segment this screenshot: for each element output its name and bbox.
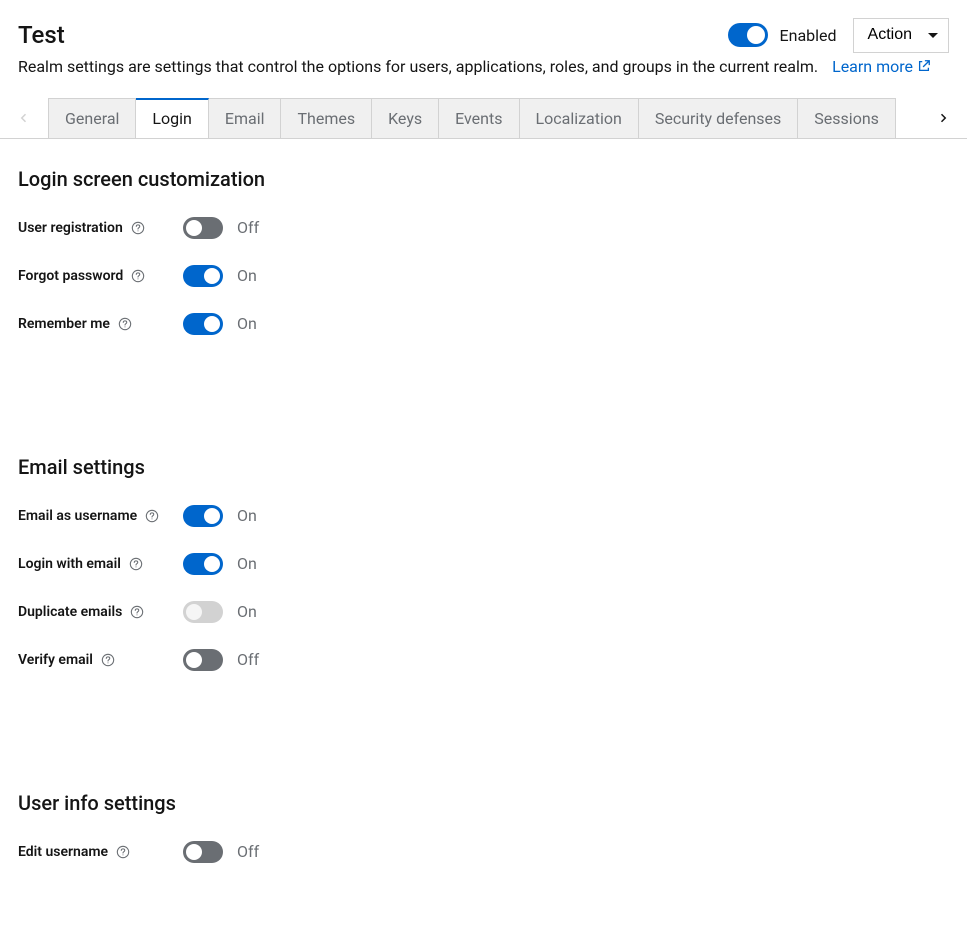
section: User info settings Edit username Off <box>18 791 949 863</box>
tab-scroll-right[interactable] <box>919 98 967 138</box>
form-label-wrap: Forgot password <box>18 268 183 284</box>
help-icon[interactable] <box>129 557 143 571</box>
page-title: Test <box>18 21 65 49</box>
form-label-wrap: Login with email <box>18 556 183 572</box>
section-title: User info settings <box>18 791 949 815</box>
switch-state-text: On <box>237 506 257 525</box>
edit-username-switch[interactable] <box>183 841 223 863</box>
switch-wrap: Off <box>183 217 259 239</box>
email-as-username-switch[interactable] <box>183 505 223 527</box>
switch-wrap: Off <box>183 841 259 863</box>
duplicate-emails-switch <box>183 601 223 623</box>
login-with-email-switch[interactable] <box>183 553 223 575</box>
form-label: Duplicate emails <box>18 604 122 620</box>
form-label: Forgot password <box>18 268 123 284</box>
remember-me-switch[interactable] <box>183 313 223 335</box>
form-label: Email as username <box>18 508 137 524</box>
tabs-container: GeneralLoginEmailThemesKeysEventsLocaliz… <box>0 98 967 139</box>
switch-wrap: On <box>183 601 257 623</box>
form-label: User registration <box>18 220 123 236</box>
help-icon[interactable] <box>130 605 144 619</box>
form-label-wrap: Duplicate emails <box>18 604 183 620</box>
switch-state-text: Off <box>237 650 259 669</box>
help-icon[interactable] <box>131 221 145 235</box>
switch-wrap: On <box>183 313 257 335</box>
tab-themes[interactable]: Themes <box>281 98 372 138</box>
form-label: Verify email <box>18 652 93 668</box>
section-title: Login screen customization <box>18 167 949 191</box>
verify-email-switch[interactable] <box>183 649 223 671</box>
form-row: Edit username Off <box>18 841 949 863</box>
tab-email[interactable]: Email <box>209 98 282 138</box>
tab-localization[interactable]: Localization <box>520 98 639 138</box>
switch-wrap: On <box>183 505 257 527</box>
switch-wrap: On <box>183 265 257 287</box>
form-row: Login with email On <box>18 553 949 575</box>
switch-state-text: On <box>237 554 257 573</box>
section: Login screen customization User registrat… <box>18 167 949 335</box>
form-label: Remember me <box>18 316 110 332</box>
switch-state-text: Off <box>237 842 259 861</box>
help-icon[interactable] <box>101 653 115 667</box>
form-row: Forgot password On <box>18 265 949 287</box>
tab-events[interactable]: Events <box>439 98 519 138</box>
enabled-label: Enabled <box>780 26 837 45</box>
form-row: Verify email Off <box>18 649 949 671</box>
action-label: Action <box>868 25 912 46</box>
form-label-wrap: Edit username <box>18 844 183 860</box>
help-icon[interactable] <box>118 317 132 331</box>
switch-state-text: On <box>237 266 257 285</box>
help-icon[interactable] <box>116 845 130 859</box>
form-label: Login with email <box>18 556 121 572</box>
switch-wrap: On <box>183 553 257 575</box>
form-label: Edit username <box>18 844 108 860</box>
form-label-wrap: Remember me <box>18 316 183 332</box>
section-title: Email settings <box>18 455 949 479</box>
tab-login[interactable]: Login <box>136 98 208 138</box>
action-dropdown[interactable]: Action <box>853 18 949 53</box>
switch-state-text: On <box>237 602 257 621</box>
tab-sessions[interactable]: Sessions <box>798 98 896 138</box>
switch-state-text: On <box>237 314 257 333</box>
learn-more-link[interactable]: Learn more <box>832 57 931 76</box>
form-row: Duplicate emails On <box>18 601 949 623</box>
external-link-icon <box>917 59 931 73</box>
help-icon[interactable] <box>145 509 159 523</box>
form-row: Remember me On <box>18 313 949 335</box>
form-row: Email as username On <box>18 505 949 527</box>
tab-keys[interactable]: Keys <box>372 98 439 138</box>
form-label-wrap: User registration <box>18 220 183 236</box>
learn-more-text: Learn more <box>832 57 913 76</box>
form-label-wrap: Email as username <box>18 508 183 524</box>
section: Email settingsEmail as usernameOnLogin w… <box>18 455 949 671</box>
tab-general[interactable]: General <box>48 98 136 138</box>
tab-scroll-left[interactable] <box>0 98 48 138</box>
form-row: User registration Off <box>18 217 949 239</box>
user-registration-switch[interactable] <box>183 217 223 239</box>
help-icon[interactable] <box>131 269 145 283</box>
switch-wrap: Off <box>183 649 259 671</box>
tab-security-defenses[interactable]: Security defenses <box>639 98 798 138</box>
switch-state-text: Off <box>237 218 259 237</box>
realm-enabled-switch[interactable] <box>728 23 768 47</box>
caret-down-icon <box>928 33 938 38</box>
form-label-wrap: Verify email <box>18 652 183 668</box>
page-description: Realm settings are settings that control… <box>18 57 818 76</box>
forgot-password-switch[interactable] <box>183 265 223 287</box>
